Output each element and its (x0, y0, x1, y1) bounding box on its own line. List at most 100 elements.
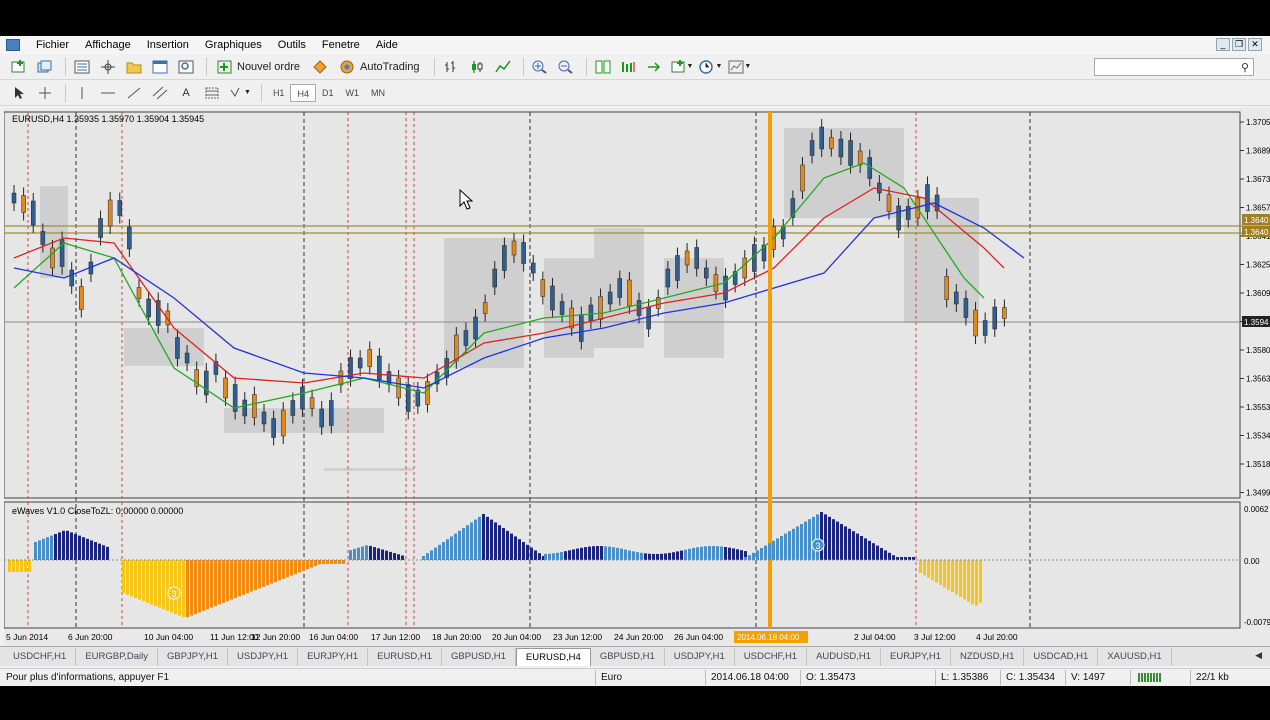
tab-usdchf-h1-2[interactable]: USDCHF,H1 (735, 647, 808, 666)
time-axis-label: 6 Jun 20:00 (68, 632, 113, 642)
histogram-bar (888, 552, 891, 560)
tab-usdjpy-h1-2[interactable]: USDJPY,H1 (665, 647, 735, 666)
zoom-in-button[interactable] (529, 57, 551, 77)
tab-usdjpy-h1[interactable]: USDJPY,H1 (228, 647, 299, 666)
candle (559, 301, 565, 315)
menu-aide[interactable]: Aide (368, 39, 406, 51)
new-order-button[interactable]: Nouvel ordre (212, 57, 305, 77)
periods-button[interactable]: ▼ (698, 57, 723, 77)
histogram-bar (856, 533, 859, 560)
vertical-line-button[interactable] (71, 83, 93, 103)
zoom-out-button[interactable] (555, 57, 577, 77)
candle (521, 242, 526, 264)
histogram-bar (752, 552, 755, 560)
app-icon[interactable] (6, 39, 20, 51)
timeframe-h4[interactable]: H4 (290, 83, 316, 102)
tab-eurjpy-h1-2[interactable]: EURJPY,H1 (881, 647, 952, 666)
navigator-button[interactable] (123, 57, 145, 77)
tab-scroll-arrows[interactable]: ◀ (1255, 650, 1262, 661)
candle (377, 355, 382, 381)
histogram-bar (16, 560, 19, 572)
new-chart-button[interactable] (8, 57, 30, 77)
histogram-bar (660, 553, 663, 560)
tab-eurjpy-h1[interactable]: EURJPY,H1 (298, 647, 369, 666)
terminal-window: Fichier Affichage Insertion Graphiques O… (0, 36, 1270, 686)
market-watch-button[interactable] (71, 57, 93, 77)
timeframe-h1[interactable]: H1 (267, 84, 291, 102)
fibonacci-button[interactable] (201, 83, 223, 103)
status-close: C: 1.35434 (1000, 670, 1055, 685)
timeframe-d1[interactable]: D1 (316, 84, 340, 102)
shapes-button[interactable]: ▼ (227, 83, 252, 103)
autotrading-button[interactable]: AutoTrading (335, 57, 425, 77)
menu-fenetre[interactable]: Fenetre (314, 39, 368, 51)
strategy-tester-button[interactable] (175, 57, 197, 77)
data-window-button[interactable] (97, 57, 119, 77)
tile-windows-button[interactable] (592, 57, 614, 77)
histogram-bar (230, 560, 233, 600)
histogram-bar (393, 553, 396, 560)
menu-fichier[interactable]: Fichier (28, 39, 77, 51)
tab-eurusd-h1[interactable]: EURUSD,H1 (368, 647, 443, 666)
histogram-bar (756, 550, 759, 560)
profiles-button[interactable] (34, 57, 56, 77)
tab-gbpjpy-h1[interactable]: GBPJPY,H1 (158, 647, 229, 666)
tab-gbpusd-h1-2[interactable]: GBPUSD,H1 (591, 647, 665, 666)
tab-gbpusd-h1[interactable]: GBPUSD,H1 (442, 647, 516, 666)
line-chart-button[interactable] (492, 57, 514, 77)
timeframe-w1[interactable]: W1 (339, 84, 365, 102)
histogram-bar (704, 546, 707, 560)
search-input[interactable]: ⚲ (1094, 58, 1254, 76)
close-icon[interactable]: ✕ (1248, 38, 1262, 51)
bar-chart-button[interactable] (440, 57, 462, 77)
tab-eurusd-h4[interactable]: EURUSD,H4 (515, 647, 591, 666)
tab-audusd-h1[interactable]: AUDUSD,H1 (807, 647, 881, 666)
terminal-button[interactable] (149, 57, 171, 77)
histogram-bar (943, 560, 946, 588)
menu-graphiques[interactable]: Graphiques (197, 39, 270, 51)
timeframe-mn[interactable]: MN (365, 84, 391, 102)
histogram-bar (760, 548, 763, 560)
candle (492, 268, 498, 288)
menu-outils[interactable]: Outils (270, 39, 314, 51)
restore-icon[interactable]: ❐ (1232, 38, 1246, 51)
tab-xauusd-h1[interactable]: XAUUSD,H1 (1098, 647, 1172, 666)
histogram-bar (494, 522, 497, 560)
histogram-bar (612, 547, 615, 560)
auto-scroll-button[interactable] (644, 57, 666, 77)
indicators-button[interactable]: ▼ (670, 57, 695, 77)
cursor-button[interactable] (8, 83, 30, 103)
candle (925, 184, 930, 212)
channel-button[interactable] (149, 83, 171, 103)
candle (300, 386, 305, 410)
tab-usdchf-h1[interactable]: USDCHF,H1 (4, 647, 77, 666)
templates-button[interactable]: ▼ (727, 57, 752, 77)
histogram-bar (50, 535, 53, 560)
tab-usdcad-h1[interactable]: USDCAD,H1 (1024, 647, 1099, 666)
candlestick-button[interactable] (466, 57, 488, 77)
histogram-bar (422, 556, 425, 560)
text-button[interactable]: A (175, 83, 197, 103)
menu-affichage[interactable]: Affichage (77, 39, 139, 51)
chart-shift-button[interactable] (618, 57, 640, 77)
crosshair-icon (101, 59, 115, 74)
price-chart[interactable]: 3 3 EURUSD,H4 1.35935 1.35970 1.35904 1.35… (4, 108, 1270, 648)
chart-window[interactable]: 3 3 EURUSD,H4 1.35935 1.35970 1.35904 1.35… (4, 108, 1270, 648)
expert-editor-button[interactable] (309, 57, 331, 77)
minimize-icon[interactable]: _ (1216, 38, 1230, 51)
horizontal-line-button[interactable] (97, 83, 119, 103)
histogram-bar (377, 548, 380, 560)
histogram-bar (385, 550, 388, 560)
search-icon[interactable]: ⚲ (1241, 61, 1249, 74)
tab-nzdusd-h1[interactable]: NZDUSD,H1 (951, 647, 1025, 666)
histogram-bar (482, 514, 485, 560)
indicators-icon (671, 59, 685, 72)
menu-insertion[interactable]: Insertion (139, 39, 197, 51)
candle (223, 377, 228, 399)
tab-eurgbp-daily[interactable]: EURGBP,Daily (76, 647, 158, 666)
histogram-bar (90, 540, 93, 560)
candle (30, 200, 36, 226)
histogram-bar (46, 537, 49, 560)
crosshair-button[interactable] (34, 83, 56, 103)
trendline-button[interactable] (123, 83, 145, 103)
